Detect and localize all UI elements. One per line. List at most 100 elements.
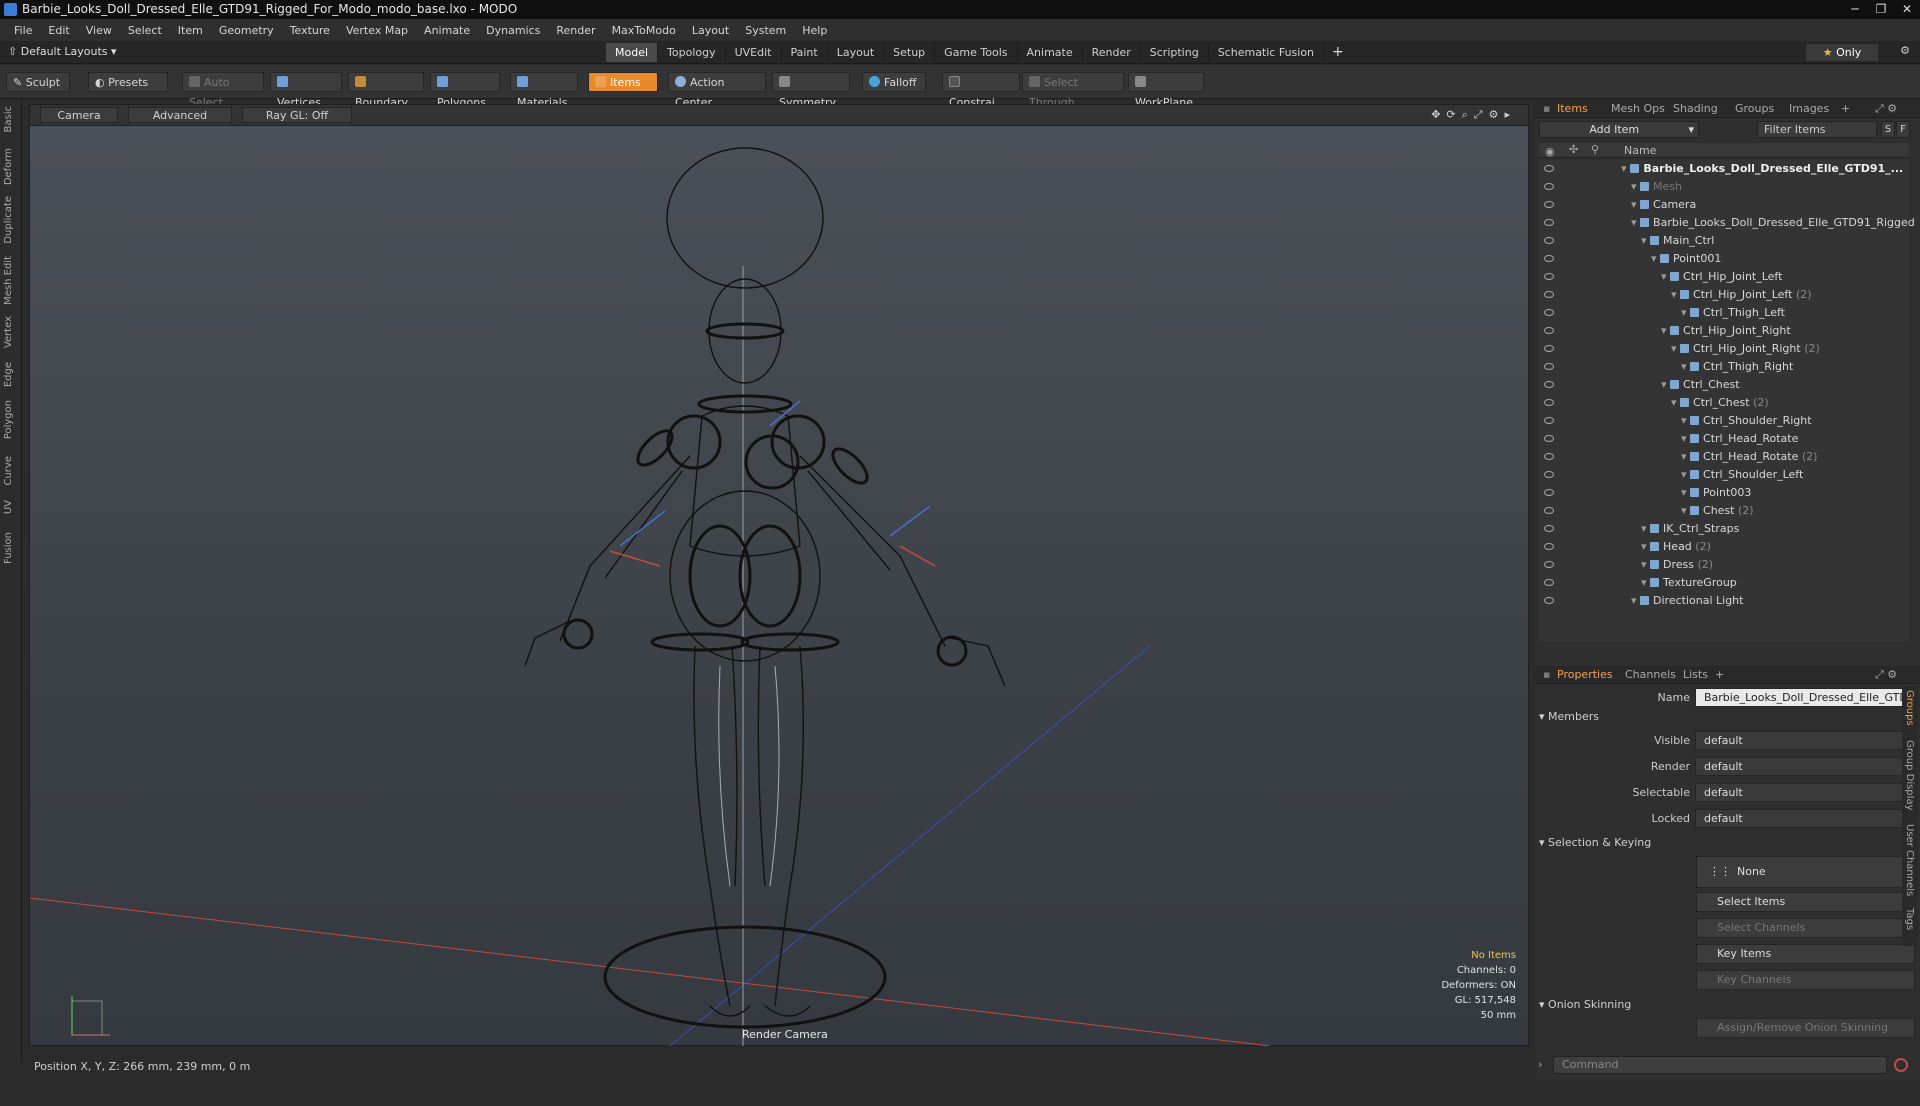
left-tab-basic[interactable]: Basic (3, 106, 14, 132)
tree-row[interactable]: ▾ TextureGroup (1539, 574, 1909, 592)
expand-triangle-icon[interactable]: ▾ (1681, 360, 1690, 373)
locked-dropdown[interactable]: default▾ (1695, 809, 1915, 828)
eye-icon[interactable] (1544, 525, 1554, 532)
side-tab-groups[interactable]: Groups (1904, 690, 1915, 726)
tab-mesh-ops[interactable]: Mesh Ops (1611, 100, 1665, 118)
menu-file[interactable]: File (6, 24, 40, 37)
maximize-button[interactable]: ❐ (1868, 0, 1894, 19)
eye-icon[interactable] (1544, 273, 1554, 280)
expand-triangle-icon[interactable]: ▾ (1661, 270, 1670, 283)
symmetry-button[interactable]: Symmetry (772, 72, 850, 109)
eye-icon[interactable] (1544, 309, 1554, 316)
left-tab-uv[interactable]: UV (3, 500, 14, 514)
tab-setup[interactable]: Setup (884, 43, 936, 62)
left-tab-deform[interactable]: Deform (3, 148, 14, 185)
expand-triangle-icon[interactable]: ▾ (1671, 288, 1680, 301)
tree-row[interactable]: ▾ Point001 (1539, 250, 1909, 268)
items-button[interactable]: Items (588, 72, 658, 92)
tree-row[interactable]: ▾ Ctrl_Thigh_Left (1539, 304, 1909, 322)
gear-icon[interactable]: ⚙ (1900, 44, 1910, 57)
eye-icon[interactable] (1544, 363, 1554, 370)
side-tab-group-display[interactable]: Group Display (1904, 740, 1915, 810)
default-layouts-dropdown[interactable]: ⇧ Default Layouts ▾ (8, 45, 117, 58)
tree-row[interactable]: ▾ Directional Light (1539, 592, 1909, 610)
expand-triangle-icon[interactable]: ▾ (1631, 216, 1640, 229)
eye-icon[interactable] (1544, 579, 1554, 586)
visible-dropdown[interactable]: default▾ (1695, 731, 1915, 750)
selectable-dropdown[interactable]: default▾ (1695, 783, 1915, 802)
eye-icon[interactable] (1544, 435, 1554, 442)
menu-layout[interactable]: Layout (684, 24, 737, 37)
expand-triangle-icon[interactable]: ▾ (1641, 540, 1650, 553)
left-tab-mesh-edit[interactable]: Mesh Edit (3, 256, 14, 305)
expand-triangle-icon[interactable]: ▾ (1621, 162, 1630, 175)
tab-items[interactable]: Items (1557, 100, 1588, 118)
expand-triangle-icon[interactable]: ▾ (1681, 306, 1690, 319)
render-dropdown[interactable]: default▾ (1695, 757, 1915, 776)
expand-triangle-icon[interactable]: ▾ (1681, 504, 1690, 517)
falloff-button[interactable]: Falloff (862, 72, 926, 92)
tab-channels[interactable]: Channels (1625, 666, 1676, 684)
tree-row[interactable]: ▾ Ctrl_Head_Rotate (2) (1539, 448, 1909, 466)
tab-groups[interactable]: Groups (1735, 100, 1774, 118)
menu-texture[interactable]: Texture (282, 24, 338, 37)
menu-select[interactable]: Select (120, 24, 170, 37)
assign-onion-button[interactable]: Assign/Remove Onion Skinning (1696, 1018, 1915, 1038)
advanced-button[interactable]: Advanced (128, 107, 232, 123)
menu-item[interactable]: Item (170, 24, 211, 37)
menu-help[interactable]: Help (794, 24, 835, 37)
tree-row[interactable]: ▾ Barbie_Looks_Doll_Dressed_Elle_GTD91_R… (1539, 214, 1915, 232)
eye-icon[interactable] (1544, 399, 1554, 406)
expand-triangle-icon[interactable]: ▾ (1661, 324, 1670, 337)
tree-row[interactable]: ▾ Ctrl_Hip_Joint_Left (2) (1539, 286, 1909, 304)
expand-triangle-icon[interactable]: ▾ (1681, 450, 1690, 463)
side-tab-tags[interactable]: Tags (1904, 908, 1915, 930)
filter-s-button[interactable]: S (1881, 121, 1895, 138)
expand-triangle-icon[interactable]: ▾ (1631, 198, 1640, 211)
tree-row[interactable]: ▾ Ctrl_Shoulder_Right (1539, 412, 1909, 430)
expand-triangle-icon[interactable]: ▾ (1661, 378, 1670, 391)
eye-icon[interactable] (1544, 507, 1554, 514)
select-items-button[interactable]: Select Items (1696, 892, 1915, 912)
polygons-button[interactable]: Polygons (430, 72, 500, 109)
viewport-nav-icons[interactable]: ✥⟳⌕⤢⚙▸ (1431, 108, 1516, 122)
none-button[interactable]: ⋮⋮ None (1696, 856, 1915, 888)
menu-maxtomodo[interactable]: MaxToModo (604, 24, 684, 37)
tab-layout[interactable]: Layout (828, 43, 885, 62)
tab-uvedit[interactable]: UVEdit (726, 43, 782, 62)
left-tab-vertex[interactable]: Vertex (3, 316, 14, 348)
eye-icon[interactable] (1544, 417, 1554, 424)
tree-row[interactable]: ▾ Dress (2) (1539, 556, 1909, 574)
eye-icon[interactable] (1544, 453, 1554, 460)
tab-lists[interactable]: Lists (1683, 666, 1708, 684)
command-history-icon[interactable] (1894, 1058, 1908, 1072)
filter-items-input[interactable]: Filter Items (1757, 121, 1877, 138)
expand-triangle-icon[interactable]: ▾ (1641, 234, 1650, 247)
eye-icon[interactable] (1544, 201, 1554, 208)
selection-keying-section[interactable]: ▾ Selection & Keying (1539, 836, 1651, 849)
eye-icon[interactable] (1544, 561, 1554, 568)
tab-animate[interactable]: Animate (1018, 43, 1083, 62)
constraints-button[interactable]: Constrai... (942, 72, 1020, 109)
close-button[interactable]: ✕ (1894, 0, 1920, 19)
tab-properties[interactable]: Properties (1557, 666, 1613, 684)
only-button[interactable]: ★ Only (1806, 44, 1878, 61)
tree-row[interactable]: ▾ Ctrl_Shoulder_Left (1539, 466, 1909, 484)
tree-row[interactable]: ▾ Camera (1539, 196, 1909, 214)
select-channels-button[interactable]: Select Channels (1696, 918, 1915, 938)
panel-expand-icon[interactable]: ⤢ ⚙ (1875, 100, 1897, 118)
tree-row[interactable]: ▾ Ctrl_Chest (1539, 376, 1909, 394)
eye-icon[interactable] (1544, 543, 1554, 550)
add-tab-icon[interactable]: + (1324, 43, 1352, 62)
tree-row[interactable]: ▾ Barbie_Looks_Doll_Dressed_Elle_GTD91_.… (1539, 160, 1909, 178)
menu-render[interactable]: Render (548, 24, 603, 37)
eye-icon[interactable] (1544, 489, 1554, 496)
tree-row[interactable]: ▾ Mesh (1539, 178, 1909, 196)
eye-icon[interactable] (1544, 219, 1554, 226)
side-tab-user-channels[interactable]: User Channels (1904, 824, 1915, 896)
expand-triangle-icon[interactable]: ▾ (1641, 576, 1650, 589)
filter-f-button[interactable]: F (1896, 121, 1910, 138)
eye-icon[interactable] (1544, 471, 1554, 478)
render-column-icon[interactable]: ⚲ (1591, 143, 1599, 156)
minimize-button[interactable]: ─ (1842, 0, 1868, 19)
